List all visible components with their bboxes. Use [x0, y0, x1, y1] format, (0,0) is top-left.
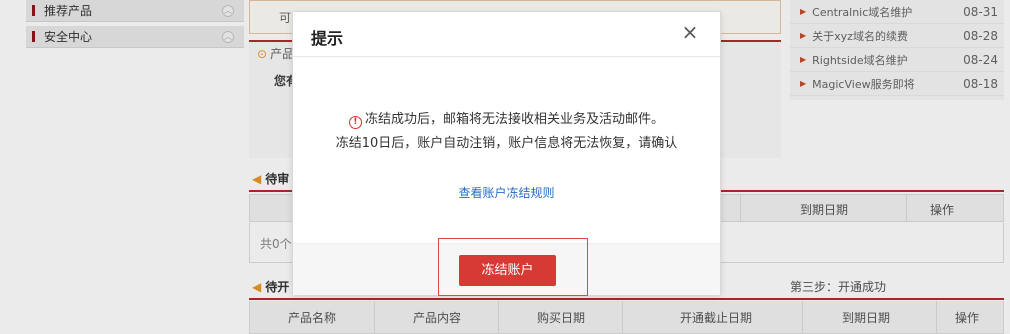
- warning-icon: !: [348, 116, 362, 129]
- dialog-title: 提示: [311, 29, 344, 48]
- freeze-account-button[interactable]: 冻结账户: [459, 255, 556, 286]
- dialog-divider: [293, 56, 720, 57]
- freeze-rules-link[interactable]: 查看账户冻结规则: [293, 184, 720, 201]
- message-line-1: ! 冻结成功后，邮箱将无法接收相关业务及活动邮件。: [293, 108, 720, 129]
- freeze-confirm-dialog: 提示 × ! 冻结成功后，邮箱将无法接收相关业务及活动邮件。 冻结10日后，账户自…: [292, 11, 721, 296]
- dialog-message: ! 冻结成功后，邮箱将无法接收相关业务及活动邮件。 冻结10日后，账户自动注销，账…: [293, 108, 720, 151]
- message-line-2: 冻结10日后，账户自动注销，账户信息将无法恢复，请确认: [335, 136, 678, 151]
- close-icon[interactable]: ×: [680, 22, 700, 42]
